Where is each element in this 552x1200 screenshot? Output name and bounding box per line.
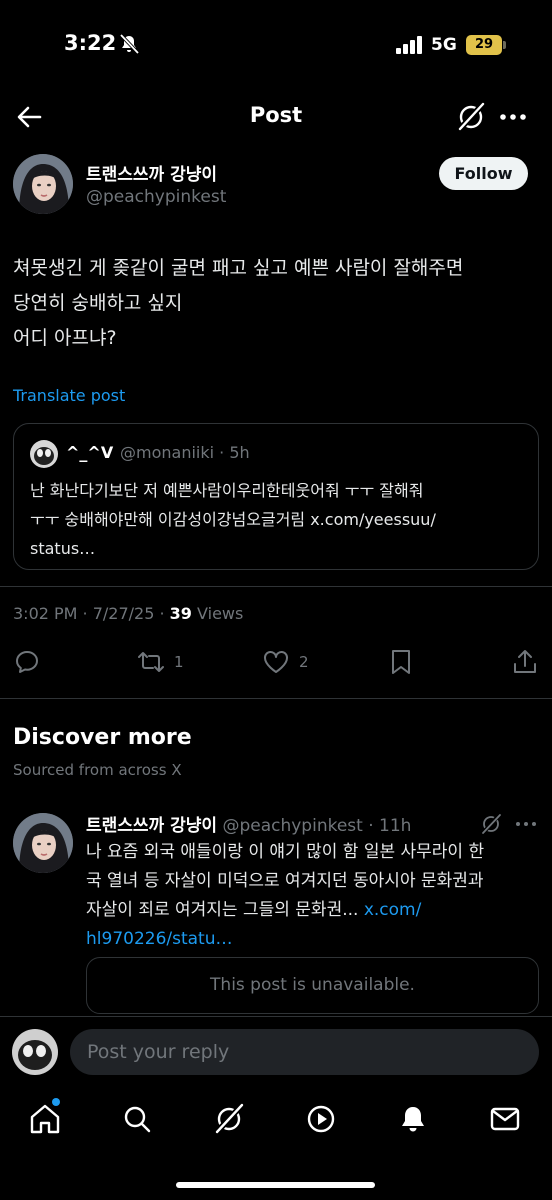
quote-text-line: 난 화난다기보단 저 예쁜사람이우리한테웃어줘 ㅜㅜ 잘해줘 [30, 481, 424, 500]
like-button[interactable]: 2 [262, 642, 309, 682]
status-bar: 3:22 5G 29 [0, 0, 552, 90]
author-name[interactable]: 트랜스쓰까 강냥이 [86, 160, 217, 185]
views-count: 39 [169, 604, 192, 623]
messages-icon[interactable] [488, 1102, 522, 1136]
quote-text: 난 화난다기보단 저 예쁜사람이우리한테웃어줘 ㅜㅜ 잘해줘 ㅜㅜ 숭배해야만해… [30, 476, 530, 563]
feed-text-line: 국 열녀 등 자살이 미덕으로 여겨지던 동아시아 문화권과 [86, 871, 484, 891]
status-time: 3:22 [64, 31, 117, 55]
post-text-line: 쳐못생긴 게 좆같이 굴면 패고 싶고 예쁜 사람이 잘해주면 [13, 257, 464, 279]
share-icon [514, 650, 536, 673]
views-label: Views [191, 604, 244, 623]
feed-author-avatar[interactable] [13, 813, 73, 873]
feed-author-handle: @peachypinkest · 11h [217, 816, 412, 836]
follow-button[interactable]: Follow [439, 157, 528, 190]
post-metadata: 3:02 PM · 7/27/25 · 39 Views [13, 604, 243, 623]
home-notification-dot [52, 1098, 60, 1106]
quote-author-handle: @monaniiki · 5h [120, 443, 250, 462]
repost-icon [138, 652, 164, 672]
signal-icon [396, 36, 422, 54]
post-text-line: 당연히 숭배하고 싶지 [13, 292, 183, 314]
network-type: 5G [431, 35, 457, 55]
author-avatar[interactable] [13, 154, 73, 214]
divider [0, 586, 552, 587]
heart-icon [264, 651, 288, 673]
home-indicator [176, 1182, 375, 1188]
divider [0, 698, 552, 699]
feed-link[interactable]: x.com/ [364, 900, 422, 920]
discover-title: Discover more [13, 725, 192, 750]
post-actions: 1 2 [0, 642, 552, 682]
grok-icon[interactable] [480, 813, 502, 835]
feed-text-line: 나 요즘 외국 애들이랑 이 얘기 많이 함 일본 사무라이 한 [86, 842, 485, 862]
reply-button[interactable] [14, 642, 40, 682]
user-avatar[interactable] [12, 1029, 58, 1075]
discover-subtitle: Sourced from across X [13, 761, 182, 779]
grok-icon[interactable] [212, 1102, 246, 1136]
video-icon[interactable] [304, 1102, 338, 1136]
feed-link[interactable]: hl970226/statu… [86, 925, 536, 954]
feed-text-line: 자살이 죄로 여겨지는 그들의 문화권... x.com/ [86, 896, 536, 925]
grok-icon[interactable] [455, 101, 487, 133]
top-bar: Post [0, 90, 552, 145]
repost-count: 1 [174, 653, 184, 671]
post-text-line: 어디 아프냐? [13, 327, 117, 349]
quote-avatar [30, 440, 58, 468]
translate-post-link[interactable]: Translate post [13, 386, 125, 405]
more-options-icon[interactable] [497, 101, 529, 133]
quote-author-name: ^_^V [66, 443, 114, 462]
share-button[interactable] [512, 642, 538, 682]
bell-off-icon [119, 33, 140, 55]
notifications-icon[interactable] [396, 1102, 430, 1136]
repost-button[interactable]: 1 [137, 642, 184, 682]
post-text: 쳐못생긴 게 좆같이 굴면 패고 싶고 예쁜 사람이 잘해주면 당연히 숭배하고… [13, 251, 539, 356]
home-icon[interactable] [28, 1102, 62, 1136]
reply-input[interactable]: Post your reply [70, 1029, 539, 1075]
unavailable-post-notice: This post is unavailable. [86, 957, 539, 1014]
bookmark-icon [392, 650, 410, 674]
quote-text-line: ㅜㅜ 숭배해야만해 이감성이걍넘오글거림 x.com/yeessuu/ [30, 510, 436, 529]
battery-level: 29 [466, 35, 502, 55]
quoted-post[interactable]: ^_^V @monaniiki · 5h 난 화난다기보단 저 예쁜사람이우리한… [13, 423, 539, 570]
feed-text-segment: 자살이 죄로 여겨지는 그들의 문화권... [86, 900, 364, 920]
author-handle[interactable]: @peachypinkest [86, 187, 226, 207]
reply-bar: Post your reply [0, 1016, 552, 1086]
feed-post-text: 나 요즘 외국 애들이랑 이 얘기 많이 함 일본 사무라이 한 국 열녀 등 … [86, 838, 536, 954]
quote-text-line: status… [30, 539, 96, 558]
feed-post-header[interactable]: 트랜스쓰까 강냥이 @peachypinkest · 11h [86, 811, 411, 836]
more-options-icon[interactable] [514, 813, 538, 835]
bookmark-button[interactable] [389, 642, 413, 682]
battery-tip [503, 41, 506, 49]
feed-author-name: 트랜스쓰까 강냥이 [86, 816, 218, 836]
like-count: 2 [299, 653, 309, 671]
search-icon[interactable] [120, 1102, 154, 1136]
reply-icon [16, 651, 38, 673]
post-timestamp: 3:02 PM · 7/27/25 · [13, 604, 170, 623]
